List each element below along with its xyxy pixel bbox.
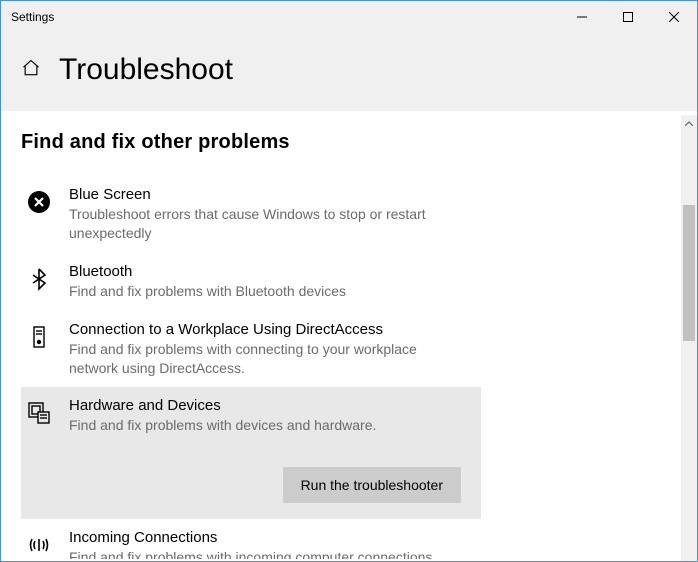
header: Troubleshoot bbox=[1, 33, 697, 111]
item-desc: Find and fix problems with connecting to… bbox=[69, 340, 467, 378]
scrollbar[interactable] bbox=[681, 115, 697, 561]
window-title: Settings bbox=[11, 10, 54, 24]
item-bluetooth[interactable]: Bluetooth Find and fix problems with Blu… bbox=[21, 253, 481, 311]
item-desc: Troubleshoot errors that cause Windows t… bbox=[69, 205, 467, 243]
item-title: Bluetooth bbox=[69, 263, 346, 280]
scroll-thumb[interactable] bbox=[683, 205, 695, 341]
item-desc: Find and fix problems with Bluetooth dev… bbox=[69, 282, 346, 301]
item-desc: Find and fix problems with incoming comp… bbox=[69, 548, 432, 559]
item-directaccess[interactable]: Connection to a Workplace Using DirectAc… bbox=[21, 311, 481, 388]
item-title: Blue Screen bbox=[69, 186, 467, 203]
bluetooth-icon bbox=[25, 265, 53, 293]
maximize-button[interactable] bbox=[605, 1, 651, 33]
content-area: Find and fix other problems Blue Screen … bbox=[1, 111, 697, 559]
item-hardware-devices[interactable]: Hardware and Devices Find and fix proble… bbox=[21, 387, 481, 519]
item-title: Incoming Connections bbox=[69, 529, 432, 546]
blue-screen-icon bbox=[25, 188, 53, 216]
titlebar[interactable]: Settings bbox=[1, 1, 697, 33]
home-icon[interactable] bbox=[21, 58, 41, 83]
window-controls bbox=[559, 1, 697, 33]
troubleshoot-list: Blue Screen Troubleshoot errors that cau… bbox=[21, 176, 677, 559]
item-incoming-connections[interactable]: Incoming Connections Find and fix proble… bbox=[21, 519, 481, 559]
scroll-up-icon[interactable] bbox=[681, 115, 697, 133]
hardware-icon bbox=[25, 399, 53, 427]
close-button[interactable] bbox=[651, 1, 697, 33]
item-desc: Find and fix problems with devices and h… bbox=[69, 416, 376, 435]
page-title: Troubleshoot bbox=[59, 53, 233, 87]
section-title: Find and fix other problems bbox=[21, 131, 677, 154]
incoming-icon bbox=[25, 531, 53, 559]
item-title: Hardware and Devices bbox=[69, 397, 376, 414]
item-blue-screen[interactable]: Blue Screen Troubleshoot errors that cau… bbox=[21, 176, 481, 253]
minimize-button[interactable] bbox=[559, 1, 605, 33]
run-troubleshooter-button[interactable]: Run the troubleshooter bbox=[283, 467, 461, 503]
server-icon bbox=[25, 323, 53, 351]
item-title: Connection to a Workplace Using DirectAc… bbox=[69, 321, 467, 338]
